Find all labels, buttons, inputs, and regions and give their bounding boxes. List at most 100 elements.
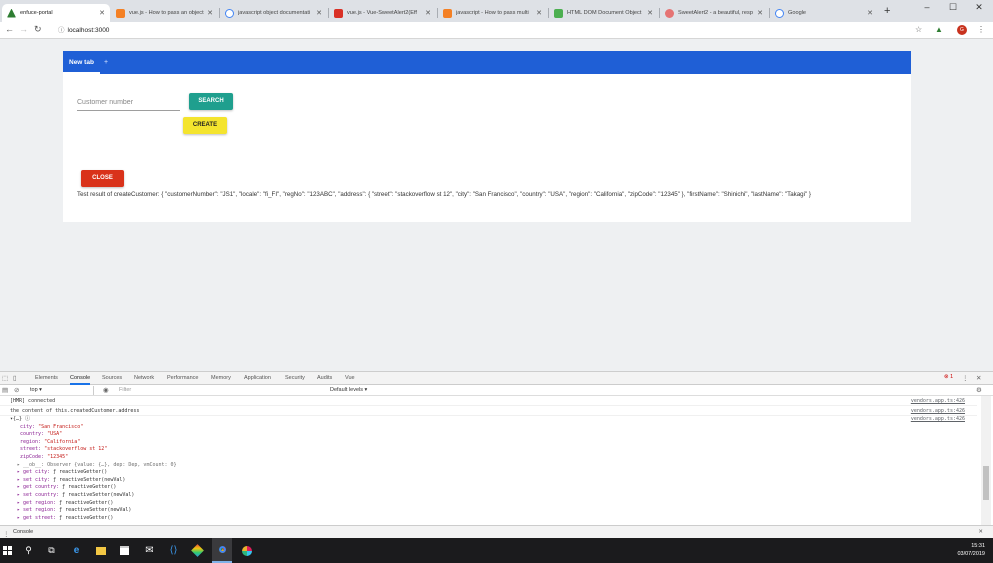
edge-browser-icon[interactable]: e <box>69 543 84 558</box>
console-line[interactable]: ▾{…} ⓘ vendors.app.ts:426 <box>0 416 977 424</box>
devtools-menu-icon[interactable]: ⋮ <box>962 374 969 382</box>
browser-tab[interactable]: javascript object documentati ✕ <box>220 4 327 22</box>
close-button[interactable]: CLOSE <box>81 170 124 187</box>
mail-icon[interactable]: ✉ <box>142 543 157 558</box>
property-key[interactable]: ▸ set region: <box>17 507 59 513</box>
clear-console-icon[interactable]: ⊘ <box>14 386 19 394</box>
console-line[interactable]: ▸ __ob__: Observer {value: {…}, dep: Dep… <box>0 462 977 470</box>
devtools-tab-application[interactable]: Application <box>244 372 271 385</box>
browser-tab[interactable]: vue.js - How to pass an object ✕ <box>111 4 218 22</box>
vscode-icon[interactable]: ⟨⟩ <box>166 543 181 558</box>
property-key[interactable]: ▸ set country: <box>17 492 62 498</box>
system-clock[interactable]: 15:31 03/07/2019 <box>957 543 985 558</box>
add-tab-icon[interactable]: + <box>104 51 108 74</box>
inspect-element-icon[interactable]: ⬚ <box>2 374 8 382</box>
property-key[interactable]: ▸ get city: <box>17 469 53 475</box>
close-tab-icon[interactable]: ✕ <box>425 9 431 17</box>
console-line[interactable]: ▸ set country: ƒ reactiveSetter(newVal) <box>0 492 977 500</box>
profile-avatar[interactable]: G <box>957 25 967 35</box>
console-filter-bar: ▤ ⊘ top ▾ ◉ Filter Default levels ▾ ⚙ <box>0 385 993 396</box>
chrome-icon[interactable] <box>212 538 232 563</box>
close-tab-icon[interactable]: ✕ <box>536 9 542 17</box>
source-link[interactable]: vendors.app.ts:426 <box>911 406 965 416</box>
log-levels-select[interactable]: Default levels ▾ <box>330 386 367 395</box>
devtools-panel: ⬚ ▯ Elements Console Sources Network Per… <box>0 371 993 539</box>
devtools-tab-vue[interactable]: Vue <box>345 372 355 385</box>
live-expression-eye-icon[interactable]: ◉ <box>103 386 109 394</box>
git-kraken-icon[interactable] <box>190 543 205 558</box>
customer-number-input[interactable] <box>77 94 180 110</box>
scrollbar-thumb[interactable] <box>983 466 989 500</box>
devtools-tab-network[interactable]: Network <box>134 372 154 385</box>
console-scrollbar[interactable] <box>981 396 991 525</box>
browser-tab[interactable]: javascript - How to pass multi ✕ <box>438 4 547 22</box>
console-line: country: "USA" <box>0 431 977 439</box>
devtools-tab-console[interactable]: Console <box>70 372 91 385</box>
close-tab-icon[interactable]: ✕ <box>99 9 105 17</box>
devtools-tab-elements[interactable]: Elements <box>35 372 58 385</box>
menu-kebab-icon[interactable]: ⋮ <box>977 25 985 34</box>
close-window-icon[interactable]: ✕ <box>972 2 986 13</box>
property-key[interactable]: ▸ get region: <box>17 500 59 506</box>
browser-tab[interactable]: HTML DOM Document Object ✕ <box>549 4 658 22</box>
console-line[interactable]: ▸ set city: ƒ reactiveSetter(newVal) <box>0 477 977 485</box>
new-tab-icon[interactable]: + <box>884 5 890 17</box>
store-icon[interactable] <box>117 543 132 558</box>
back-icon[interactable]: ← <box>5 24 14 34</box>
console-line: the content of this.createdCustomer.addr… <box>0 406 977 416</box>
close-tab-icon[interactable]: ✕ <box>316 9 322 17</box>
console-line[interactable]: ▸ get region: ƒ reactiveGetter() <box>0 500 977 508</box>
task-view-icon[interactable]: ⧉ <box>44 543 59 558</box>
sidebar-toggle-icon[interactable]: ▤ <box>2 386 8 394</box>
property-key[interactable]: ▸ set city: <box>17 477 53 483</box>
source-link[interactable]: vendors.app.ts:426 <box>911 416 965 424</box>
console-settings-gear-icon[interactable]: ⚙ <box>976 386 982 394</box>
drawer-tab-console[interactable]: Console <box>13 529 33 535</box>
file-explorer-icon[interactable] <box>93 543 108 558</box>
browser-tab[interactable]: vue.js - Vue-SweetAlert2(Eff ✕ <box>329 4 436 22</box>
console-line[interactable]: ▸ get city: ƒ reactiveGetter() <box>0 469 977 477</box>
browser-tab[interactable]: SweetAlert2 - a beautiful, resp ✕ <box>660 4 768 22</box>
console-message: the content of this.createdCustomer.addr… <box>10 408 140 414</box>
device-toolbar-icon[interactable]: ▯ <box>13 374 17 382</box>
create-button[interactable]: CREATE <box>183 117 227 134</box>
close-tab-icon[interactable]: ✕ <box>647 9 653 17</box>
address-bar[interactable]: ⓘ localhost:3000 <box>58 24 928 37</box>
error-count-badge[interactable]: ⊗ 1 <box>944 374 953 380</box>
console-filter-input[interactable]: Filter <box>119 386 324 395</box>
minimize-icon[interactable]: – <box>920 2 934 12</box>
context-select[interactable]: top ▾ <box>30 386 94 395</box>
console-line[interactable]: ▸ get country: ƒ reactiveGetter() <box>0 484 977 492</box>
maximize-icon[interactable]: ☐ <box>946 2 960 13</box>
devtools-tab-memory[interactable]: Memory <box>211 372 231 385</box>
site-info-icon[interactable]: ⓘ <box>58 27 65 34</box>
forward-icon[interactable]: → <box>19 24 28 34</box>
source-link[interactable]: vendors.app.ts:426 <box>911 396 965 406</box>
console-line[interactable]: ▸ set region: ƒ reactiveSetter(newVal) <box>0 507 977 515</box>
browser-tab-enfuce-portal[interactable]: enfuce-portal ✕ <box>2 4 110 22</box>
devtools-close-icon[interactable]: ✕ <box>976 374 981 382</box>
devtools-tab-audits[interactable]: Audits <box>317 372 332 385</box>
bookmark-star-icon[interactable]: ☆ <box>915 25 922 34</box>
slack-icon[interactable] <box>239 543 254 558</box>
customer-number-field[interactable] <box>77 94 180 111</box>
property-key[interactable]: ▸ get street: <box>17 515 59 521</box>
devtools-tab-sources[interactable]: Sources <box>102 372 122 385</box>
devtools-tab-performance[interactable]: Performance <box>167 372 199 385</box>
console-line[interactable]: ▸ get street: ƒ reactiveGetter() <box>0 515 977 523</box>
property-key[interactable]: ▸ get country: <box>17 484 62 490</box>
close-tab-icon[interactable]: ✕ <box>867 9 873 17</box>
property-value: "California" <box>44 438 81 445</box>
search-button[interactable]: SEARCH <box>189 93 233 110</box>
vue-devtools-extension-icon[interactable]: ▲ <box>935 25 943 34</box>
devtools-tab-security[interactable]: Security <box>285 372 305 385</box>
browser-tab[interactable]: Google ✕ <box>770 4 878 22</box>
console-message[interactable]: ▸ __ob__: Observer {value: {…}, dep: Dep… <box>17 462 177 468</box>
reload-icon[interactable]: ↻ <box>34 24 42 35</box>
close-tab-icon[interactable]: ✕ <box>757 9 763 17</box>
tab-new-tab[interactable]: New tab <box>63 51 100 74</box>
close-tab-icon[interactable]: ✕ <box>207 9 213 17</box>
windows-start-icon[interactable] <box>0 543 15 558</box>
search-icon[interactable]: ⚲ <box>21 543 36 558</box>
console-object-toggle[interactable]: ▾{…} ⓘ <box>10 416 30 422</box>
